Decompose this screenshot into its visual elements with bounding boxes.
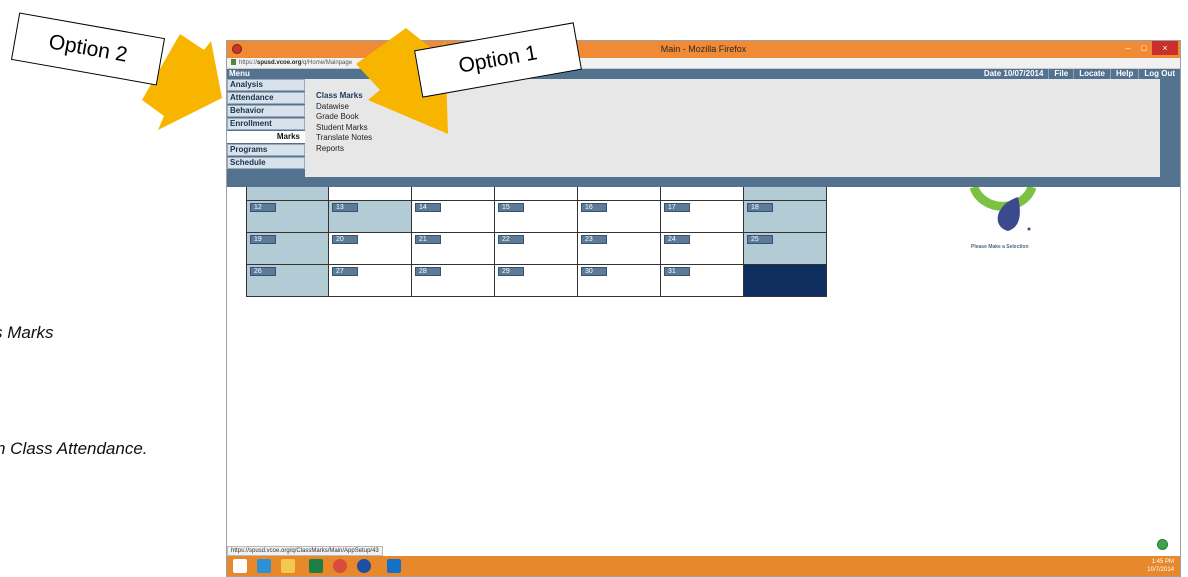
day-number: 23 <box>581 235 607 244</box>
submenu-datawise[interactable]: Datawise <box>316 102 372 113</box>
submenu-reports[interactable]: Reports <box>316 144 372 155</box>
leaf-logo-icon <box>969 187 1037 231</box>
app-header: Menu Date 10/07/2014 File Locate Help Lo… <box>227 69 1180 79</box>
top-nav: Date 10/07/2014 File Locate Help Log Out <box>979 69 1180 79</box>
calendar-row: 19 20 21 22 23 24 25 <box>246 233 839 265</box>
menu-label[interactable]: Menu <box>229 69 250 79</box>
submenu-class-marks[interactable]: Class Marks <box>316 91 372 102</box>
day-number: 27 <box>332 267 358 276</box>
day-number: 17 <box>664 203 690 212</box>
day-number: 30 <box>581 267 607 276</box>
day-number: 15 <box>498 203 524 212</box>
sidebar-item-attendance[interactable]: Attendance <box>227 92 305 104</box>
day-number: 18 <box>747 203 773 212</box>
outlook-icon[interactable] <box>387 559 401 573</box>
calendar-day[interactable]: 25 <box>744 233 827 265</box>
submenu-translate-notes[interactable]: Translate Notes <box>316 133 372 144</box>
nav-logout[interactable]: Log Out <box>1138 69 1180 79</box>
sidebar-item-analysis[interactable]: Analysis <box>227 79 305 91</box>
sidebar-item-behavior[interactable]: Behavior <box>227 105 305 117</box>
day-number: 22 <box>498 235 524 244</box>
sidebar-item-programs[interactable]: Programs <box>227 144 305 156</box>
ie-icon[interactable] <box>257 559 271 573</box>
calendar-day[interactable]: 21 <box>412 233 495 265</box>
calendar-day[interactable]: 30 <box>578 265 661 297</box>
calendar-day[interactable]: 16 <box>578 201 661 233</box>
day-number: 13 <box>332 203 358 212</box>
window-titlebar: Main - Mozilla Firefox – □ × <box>227 41 1180 58</box>
nav-help[interactable]: Help <box>1110 69 1138 79</box>
day-number: 24 <box>664 235 690 244</box>
nav-file[interactable]: File <box>1048 69 1073 79</box>
start-icon[interactable] <box>233 559 247 573</box>
header-bottom-bar <box>227 177 1180 187</box>
day-number: 21 <box>415 235 441 244</box>
url-domain: spusd.vcoe.org <box>257 60 302 66</box>
option-2-callout: Option 2 <box>10 12 166 86</box>
day-number: 19 <box>250 235 276 244</box>
status-bar: https://spusd.vcoe.org/q/ClassMarks/Main… <box>227 534 1180 556</box>
day-number: 14 <box>415 203 441 212</box>
status-url: https://spusd.vcoe.org/q/ClassMarks/Main… <box>227 546 383 556</box>
close-button[interactable]: × <box>1152 41 1178 55</box>
calendar-day[interactable]: 17 <box>661 201 744 233</box>
lock-icon <box>231 59 236 66</box>
maximize-button[interactable]: □ <box>1136 41 1152 55</box>
calendar-day[interactable]: 27 <box>329 265 412 297</box>
chrome-icon[interactable] <box>333 559 347 573</box>
calendar-day[interactable]: 15 <box>495 201 578 233</box>
url-path: /q/Home/Mainpage <box>301 60 353 66</box>
calendar-day[interactable]: 12 <box>246 201 329 233</box>
calendar-day[interactable]: 28 <box>412 265 495 297</box>
store-icon[interactable] <box>309 559 323 573</box>
day-number: 26 <box>250 267 276 276</box>
calendar-day[interactable]: 20 <box>329 233 412 265</box>
window-title: Main - Mozilla Firefox <box>660 44 747 54</box>
calendar-day[interactable]: 26 <box>246 265 329 297</box>
calendar-day[interactable]: 31 <box>661 265 744 297</box>
minimize-button[interactable]: – <box>1120 41 1136 55</box>
calendar-day[interactable]: 13 <box>329 201 412 233</box>
calendar-day[interactable]: 22 <box>495 233 578 265</box>
document-text-line: n Class Attendance. <box>0 439 148 458</box>
day-number: 25 <box>747 235 773 244</box>
sidebar-item-marks[interactable]: Marks <box>227 131 305 143</box>
taskbar: 1:45 PM 10/7/2014 <box>227 556 1180 576</box>
calendar-row: 12 13 14 15 16 17 18 <box>246 201 839 233</box>
calendar-day[interactable]: 14 <box>412 201 495 233</box>
status-indicator-icon <box>1157 539 1168 550</box>
day-number: 31 <box>664 267 690 276</box>
calendar-day-empty <box>744 265 827 297</box>
nav-locate[interactable]: Locate <box>1073 69 1110 79</box>
calendar-day[interactable]: 23 <box>578 233 661 265</box>
url-bar[interactable]: https://spusd.vcoe.org/q/Home/Mainpage <box>227 58 1180 69</box>
calendar-row <box>246 187 839 201</box>
browser-window-screenshot: Main - Mozilla Firefox – □ × https://spu… <box>226 40 1181 577</box>
day-number: 29 <box>498 267 524 276</box>
document-text-line: s Marks <box>0 323 54 342</box>
day-number: 12 <box>250 203 276 212</box>
calendar-day[interactable]: 19 <box>246 233 329 265</box>
day-number: 16 <box>581 203 607 212</box>
calendar-day[interactable]: 29 <box>495 265 578 297</box>
menu-panel: Analysis Attendance Behavior Enrollment … <box>227 79 1180 177</box>
submenu-grade-book[interactable]: Grade Book <box>316 112 372 123</box>
submenu: Class Marks Datawise Grade Book Student … <box>316 91 372 154</box>
calendar-day[interactable]: 24 <box>661 233 744 265</box>
date-field[interactable]: Date 10/07/2014 <box>979 69 1049 79</box>
submenu-student-marks[interactable]: Student Marks <box>316 123 372 134</box>
calendar-day[interactable]: 18 <box>744 201 827 233</box>
explorer-icon[interactable] <box>281 559 295 573</box>
sidebar: Analysis Attendance Behavior Enrollment … <box>227 79 305 177</box>
sidebar-item-enrollment[interactable]: Enrollment <box>227 118 305 130</box>
sidebar-item-schedule[interactable]: Schedule <box>227 157 305 169</box>
clock[interactable]: 1:45 PM 10/7/2014 <box>1147 558 1174 574</box>
day-number: 28 <box>415 267 441 276</box>
day-number: 20 <box>332 235 358 244</box>
logo-caption: Please Make a Selection <box>971 244 1029 250</box>
url-prefix: https:// <box>239 60 258 66</box>
firefox-taskbar-icon[interactable] <box>357 559 371 573</box>
calendar-row: 26 27 28 29 30 31 <box>246 265 839 297</box>
calendar: 12 13 14 15 16 17 18 19 20 21 22 23 24 2… <box>246 187 839 297</box>
